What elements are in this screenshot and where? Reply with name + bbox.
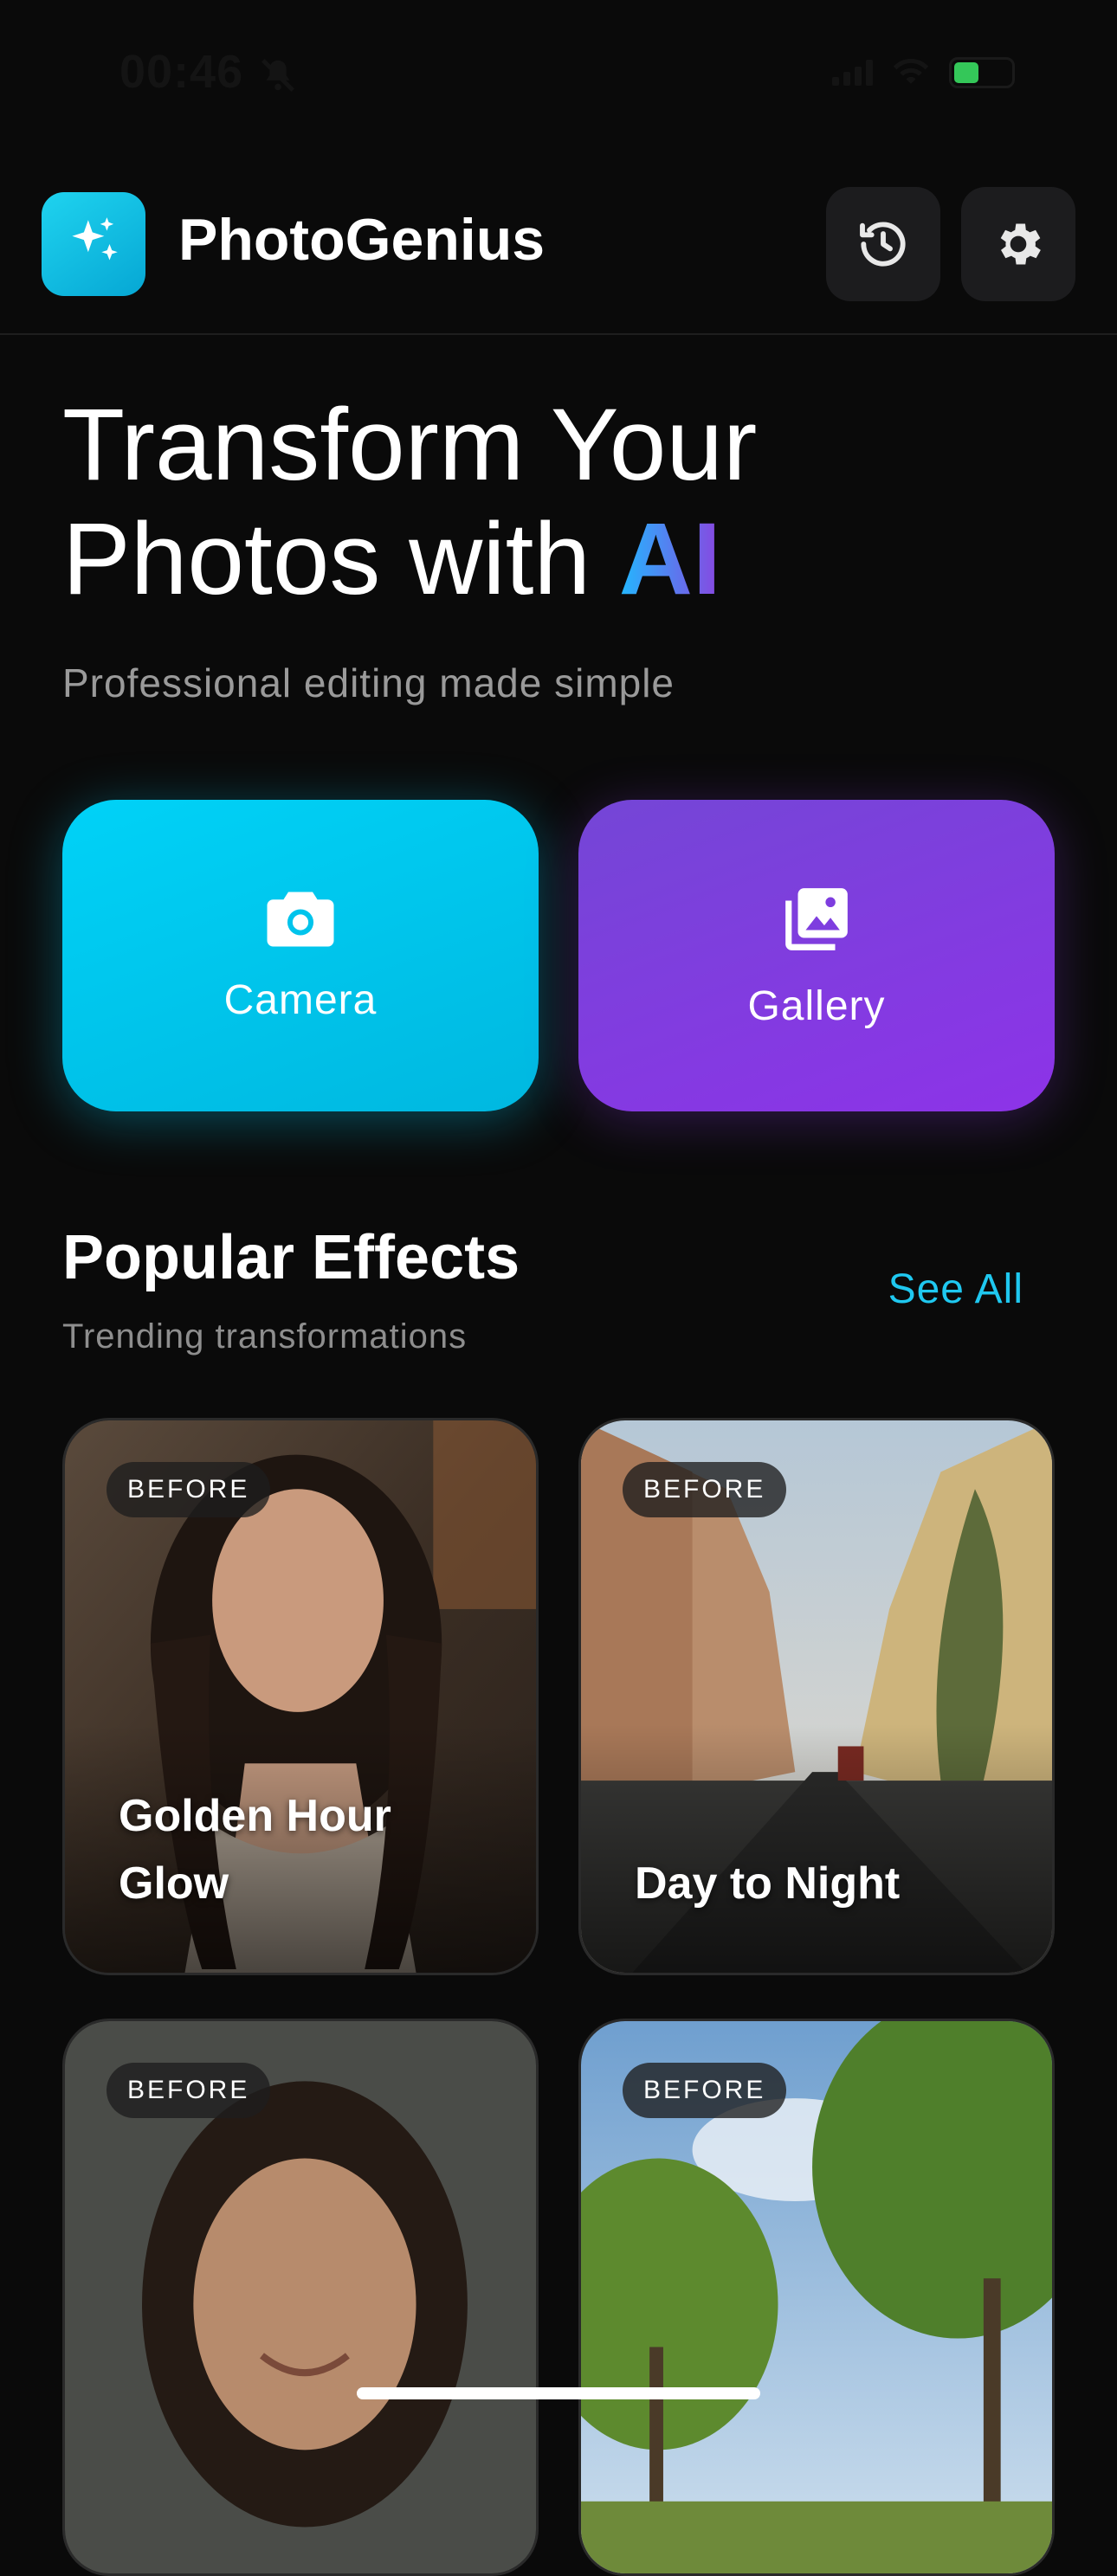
hero-subtitle: Professional editing made simple xyxy=(62,660,675,705)
bell-slash-icon xyxy=(261,59,294,92)
app-logo xyxy=(42,192,145,296)
hero-heading: Transform Your Photos with AI xyxy=(62,388,757,616)
hero-line-1: Transform Your xyxy=(62,388,758,502)
hero-line-2: Photos with AI xyxy=(62,502,757,616)
effect-card-3[interactable]: BEFORE xyxy=(62,2019,539,2576)
hero-line-2-prefix: Photos with xyxy=(62,502,619,616)
effect-title: Golden Hour Glow xyxy=(119,1791,391,1909)
camera-button[interactable]: Camera xyxy=(62,800,539,1111)
before-badge: BEFORE xyxy=(107,1462,271,1517)
hero-ai-accent: AI xyxy=(618,502,721,616)
settings-button[interactable] xyxy=(961,187,1075,301)
history-button[interactable] xyxy=(826,187,940,301)
before-badge: BEFORE xyxy=(107,2063,271,2118)
photo-library-icon xyxy=(785,887,848,950)
effect-title: Day to Night xyxy=(635,1858,901,1909)
section-title: Popular Effects xyxy=(62,1223,520,1292)
gallery-button-label: Gallery xyxy=(747,982,886,1029)
gallery-button[interactable]: Gallery xyxy=(578,800,1055,1111)
app-title: PhotoGenius xyxy=(178,207,546,273)
camera-button-label: Camera xyxy=(223,976,378,1023)
before-badge: BEFORE xyxy=(623,1462,787,1517)
wifi-icon xyxy=(893,58,929,84)
gear-icon xyxy=(1000,223,1041,265)
sparkles-icon xyxy=(72,217,118,261)
header-divider xyxy=(0,333,1117,335)
effect-card-golden-hour[interactable]: BEFORE Golden Hour Glow xyxy=(62,1418,539,1975)
history-icon xyxy=(860,222,906,267)
cellular-signal-icon xyxy=(832,60,873,86)
effect-card-day-to-night[interactable]: BEFORE Day to Night xyxy=(578,1418,1055,1975)
battery-icon xyxy=(949,57,1015,88)
section-subtitle: Trending transformations xyxy=(62,1317,468,1356)
effect-card-4[interactable]: BEFORE xyxy=(578,2019,1055,2576)
camera-icon xyxy=(267,892,334,946)
see-all-link[interactable]: See All xyxy=(888,1265,1023,1313)
status-time: 00:46 xyxy=(119,46,244,98)
home-indicator xyxy=(357,2387,760,2399)
before-badge: BEFORE xyxy=(623,2063,787,2118)
status-indicators xyxy=(832,57,1015,88)
